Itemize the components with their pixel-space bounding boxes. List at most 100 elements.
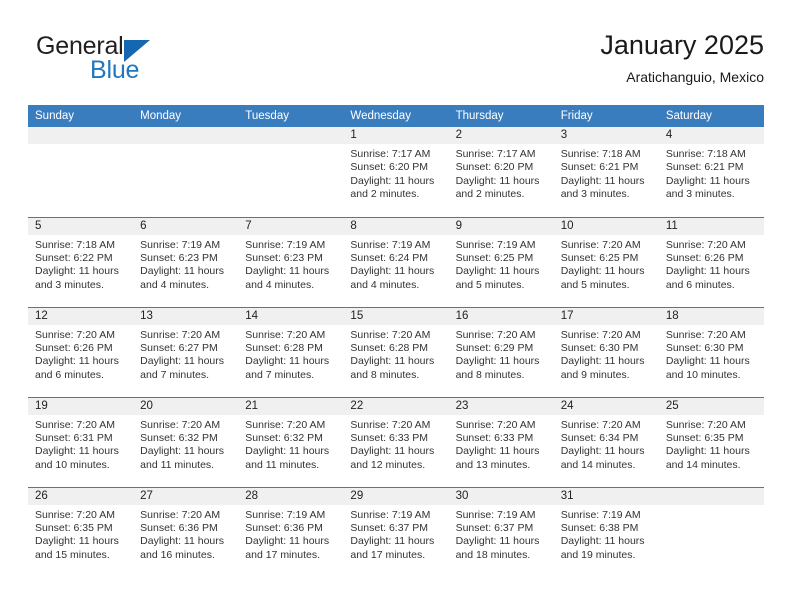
- day-details: Sunrise: 7:20 AM Sunset: 6:31 PM Daylight:…: [28, 415, 133, 473]
- day-daylight-1-text: Daylight: 11 hours: [665, 174, 750, 187]
- calendar-day-cell[interactable]: 30 Sunrise: 7:19 AM Sunset: 6:37 PM Dayligh…: [448, 486, 554, 577]
- calendar-day-cell[interactable]: 7 Sunrise: 7:19 AM Sunset: 6:23 PM Daylight…: [238, 216, 344, 307]
- day-sunset-text: Sunset: 6:32 PM: [245, 431, 323, 444]
- calendar-day-cell[interactable]: 3 Sunrise: 7:18 AM Sunset: 6:21 PM Daylight…: [553, 127, 659, 217]
- calendar-day-cell[interactable]: 4 Sunrise: 7:18 AM Sunset: 6:21 PM Daylight…: [658, 127, 764, 217]
- calendar-day-cell[interactable]: 29 Sunrise: 7:19 AM Sunset: 6:37 PM Dayligh…: [343, 486, 449, 577]
- calendar-day-cell[interactable]: 23 Sunrise: 7:20 AM Sunset: 6:33 PM Dayligh…: [448, 396, 554, 487]
- calendar-day-cell[interactable]: 12 Sunrise: 7:20 AM Sunset: 6:26 PM Dayligh…: [28, 306, 134, 397]
- day-daylight-1-text: Daylight: 11 hours: [35, 265, 119, 278]
- calendar-day-cell[interactable]: 5 Sunrise: 7:18 AM Sunset: 6:22 PM Daylight…: [28, 216, 134, 307]
- day-sunrise-text: Sunrise: 7:18 AM: [665, 148, 746, 160]
- day-sunset-text: Sunset: 6:28 PM: [245, 341, 323, 354]
- day-sunset-text: Sunset: 6:37 PM: [455, 521, 534, 534]
- day-number: 11: [658, 217, 764, 235]
- day-details: Sunrise: 7:20 AM Sunset: 6:25 PM Daylight:…: [554, 235, 659, 293]
- calendar-day-cell[interactable]: 24 Sunrise: 7:20 AM Sunset: 6:34 PM Dayligh…: [553, 396, 659, 487]
- day-daylight-2-text: and 11 minutes.: [140, 458, 215, 471]
- day-daylight-2-text: and 3 minutes.: [665, 188, 735, 201]
- calendar-day-cell[interactable]: 10 Sunrise: 7:20 AM Sunset: 6:25 PM Dayligh…: [553, 216, 659, 307]
- day-number: 28: [238, 487, 344, 505]
- day-daylight-2-text: and 7 minutes.: [245, 368, 315, 381]
- day-daylight-2-text: and 4 minutes.: [140, 278, 210, 291]
- day-sunrise-text: Sunrise: 7:20 AM: [245, 418, 326, 431]
- day-details: Sunrise: 7:17 AM Sunset: 6:20 PM Daylight:…: [343, 144, 448, 202]
- calendar-day-cell[interactable]: 2 Sunrise: 7:17 AM Sunset: 6:20 PM Daylight…: [448, 127, 554, 217]
- day-number: 10: [553, 217, 659, 235]
- calendar-day-cell[interactable]: 28 Sunrise: 7:19 AM Sunset: 6:36 PM Dayligh…: [238, 486, 344, 577]
- calendar-day-cell[interactable]: 1 Sunrise: 7:17 AM Sunset: 6:20 PM Daylight…: [343, 127, 449, 217]
- day-sunset-text: Sunset: 6:20 PM: [455, 161, 534, 174]
- day-sunrise-text: Sunrise: 7:19 AM: [140, 238, 221, 251]
- day-daylight-2-text: and 10 minutes.: [665, 368, 741, 381]
- day-daylight-2-text: and 17 minutes.: [245, 548, 320, 561]
- day-sunrise-text: Sunrise: 7:17 AM: [350, 148, 431, 160]
- day-daylight-1-text: Daylight: 11 hours: [665, 445, 750, 458]
- day-sunset-text: Sunset: 6:33 PM: [455, 431, 534, 444]
- calendar-day-cell[interactable]: 18 Sunrise: 7:20 AM Sunset: 6:30 PM Dayligh…: [658, 306, 764, 397]
- day-details: Sunrise: 7:20 AM Sunset: 6:29 PM Daylight:…: [449, 325, 554, 383]
- calendar-day-cell[interactable]: 20 Sunrise: 7:20 AM Sunset: 6:32 PM Dayligh…: [133, 396, 239, 487]
- day-sunset-text: Sunset: 6:36 PM: [140, 521, 218, 534]
- brand-logo[interactable]: General Blue: [28, 28, 268, 90]
- day-daylight-2-text: and 7 minutes.: [140, 368, 210, 381]
- day-number: 18: [658, 307, 764, 325]
- day-sunrise-text: Sunrise: 7:19 AM: [455, 508, 536, 521]
- day-sunset-text: Sunset: 6:24 PM: [350, 251, 429, 264]
- day-daylight-1-text: Daylight: 11 hours: [350, 535, 435, 548]
- day-daylight-1-text: Daylight: 11 hours: [35, 355, 119, 368]
- day-daylight-1-text: Daylight: 11 hours: [560, 535, 645, 548]
- day-sunset-text: Sunset: 6:30 PM: [665, 341, 744, 354]
- weekday-header-thursday: Thursday: [448, 105, 554, 127]
- day-daylight-2-text: and 17 minutes.: [350, 548, 426, 561]
- day-sunrise-text: Sunrise: 7:20 AM: [140, 508, 221, 521]
- day-daylight-1-text: Daylight: 11 hours: [140, 355, 224, 368]
- day-details: Sunrise: 7:17 AM Sunset: 6:20 PM Daylight:…: [449, 144, 554, 202]
- calendar-day-cell[interactable]: 22 Sunrise: 7:20 AM Sunset: 6:33 PM Dayligh…: [343, 396, 449, 487]
- page-title: January 2025: [600, 30, 764, 60]
- day-sunrise-text: Sunrise: 7:20 AM: [350, 418, 431, 431]
- calendar-day-cell[interactable]: 9 Sunrise: 7:19 AM Sunset: 6:25 PM Daylight…: [448, 216, 554, 307]
- day-details: Sunrise: 7:19 AM Sunset: 6:24 PM Daylight:…: [343, 235, 448, 293]
- day-sunset-text: Sunset: 6:20 PM: [350, 161, 429, 174]
- day-number: 7: [238, 217, 344, 235]
- calendar-day-cell[interactable]: 27 Sunrise: 7:20 AM Sunset: 6:36 PM Dayligh…: [133, 486, 239, 577]
- calendar-day-cell[interactable]: 6 Sunrise: 7:19 AM Sunset: 6:23 PM Daylight…: [133, 216, 239, 307]
- day-daylight-2-text: and 10 minutes.: [35, 458, 110, 471]
- day-details: Sunrise: 7:20 AM Sunset: 6:33 PM Daylight:…: [449, 415, 554, 473]
- day-daylight-2-text: and 9 minutes.: [560, 368, 630, 381]
- day-number: 24: [553, 397, 659, 415]
- weekday-header-row: Sunday Monday Tuesday Wednesday Thursday…: [28, 105, 764, 127]
- day-daylight-1-text: Daylight: 11 hours: [560, 445, 645, 458]
- day-daylight-2-text: and 8 minutes.: [350, 368, 420, 381]
- calendar-day-cell[interactable]: 16 Sunrise: 7:20 AM Sunset: 6:29 PM Dayligh…: [448, 306, 554, 397]
- calendar-day-cell[interactable]: 17 Sunrise: 7:20 AM Sunset: 6:30 PM Dayligh…: [553, 306, 659, 397]
- calendar-day-cell[interactable]: 15 Sunrise: 7:20 AM Sunset: 6:28 PM Dayligh…: [343, 306, 449, 397]
- day-sunrise-text: Sunrise: 7:20 AM: [665, 418, 746, 431]
- calendar-day-cell[interactable]: 26 Sunrise: 7:20 AM Sunset: 6:35 PM Dayligh…: [28, 486, 134, 577]
- day-sunset-text: Sunset: 6:34 PM: [560, 431, 639, 444]
- day-daylight-2-text: and 3 minutes.: [35, 278, 104, 291]
- calendar-day-cell[interactable]: 31 Sunrise: 7:19 AM Sunset: 6:38 PM Dayligh…: [553, 486, 659, 577]
- day-sunset-text: Sunset: 6:28 PM: [350, 341, 429, 354]
- calendar-day-cell[interactable]: 21 Sunrise: 7:20 AM Sunset: 6:32 PM Dayligh…: [238, 396, 344, 487]
- calendar-day-cell[interactable]: 25 Sunrise: 7:20 AM Sunset: 6:35 PM Dayligh…: [658, 396, 764, 487]
- day-number: 27: [133, 487, 239, 505]
- day-sunset-text: Sunset: 6:38 PM: [560, 521, 639, 534]
- calendar-day-cell-empty: [28, 127, 134, 217]
- day-details: Sunrise: 7:20 AM Sunset: 6:35 PM Daylight:…: [28, 505, 133, 563]
- day-daylight-2-text: and 5 minutes.: [560, 278, 630, 291]
- day-sunrise-text: Sunrise: 7:17 AM: [455, 148, 536, 160]
- day-sunrise-text: Sunrise: 7:19 AM: [560, 508, 641, 521]
- calendar-day-cell[interactable]: 19 Sunrise: 7:20 AM Sunset: 6:31 PM Dayligh…: [28, 396, 134, 487]
- calendar-day-cell[interactable]: 14 Sunrise: 7:20 AM Sunset: 6:28 PM Dayligh…: [238, 306, 344, 397]
- calendar-day-cell[interactable]: 13 Sunrise: 7:20 AM Sunset: 6:27 PM Dayligh…: [133, 306, 239, 397]
- calendar-day-cell[interactable]: 11 Sunrise: 7:20 AM Sunset: 6:26 PM Dayligh…: [658, 216, 764, 307]
- calendar-day-cell[interactable]: 8 Sunrise: 7:19 AM Sunset: 6:24 PM Daylight…: [343, 216, 449, 307]
- weekday-header-friday: Friday: [553, 105, 659, 127]
- day-sunset-text: Sunset: 6:35 PM: [35, 521, 113, 534]
- calendar-week-row: 1 Sunrise: 7:17 AM Sunset: 6:20 PM Daylight…: [28, 127, 764, 217]
- title-block: January 2025 Aratichanguio, Mexico: [600, 28, 764, 87]
- calendar-body: 1 Sunrise: 7:17 AM Sunset: 6:20 PM Daylight…: [28, 127, 764, 577]
- day-daylight-1-text: Daylight: 11 hours: [140, 445, 224, 458]
